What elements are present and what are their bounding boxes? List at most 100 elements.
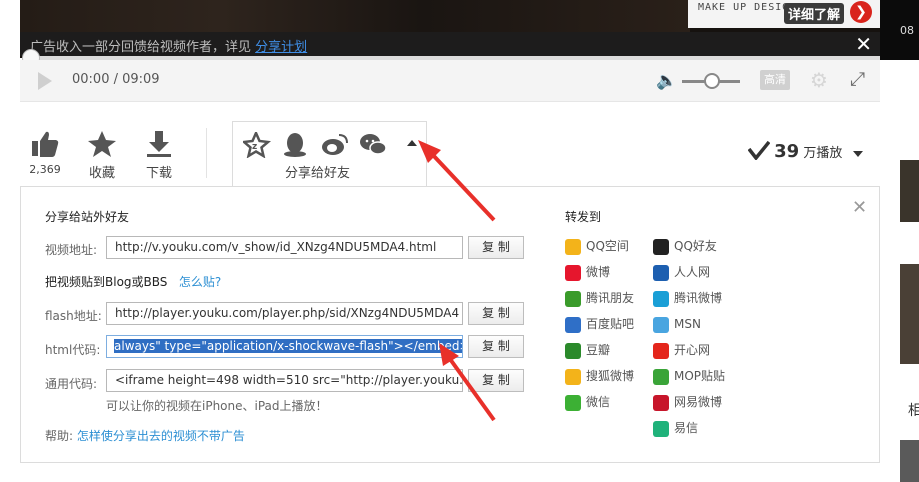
html-code-field[interactable]: always" type="application/x-shockwave-fl…	[106, 335, 463, 358]
share-service-item[interactable]: MSN	[653, 315, 701, 333]
download-label: 下载	[145, 166, 172, 181]
share-panel: ✕ 分享给站外好友 视频地址: http://v.youku.com/v_sho…	[20, 186, 880, 463]
right-sidebar: 相	[880, 60, 919, 482]
flash-url-label: flash地址:	[45, 309, 102, 323]
html-code-value: always" type="application/x-shockwave-fl…	[114, 339, 462, 353]
play-count-number: 39	[774, 141, 800, 162]
blog-bbs-title: 把视频贴到Blog或BBS 怎么贴?	[45, 273, 221, 290]
share-service-item[interactable]: 微博	[565, 263, 610, 281]
fullscreen-icon[interactable]: ⤢	[850, 68, 865, 90]
service-icon	[653, 342, 669, 359]
share-service-item[interactable]: 开心网	[653, 341, 710, 359]
service-label: 腾讯微博	[674, 291, 723, 305]
sidebar-heading: 相	[908, 403, 919, 419]
flash-url-value: http://player.youku.com/player.php/sid/X…	[115, 306, 460, 320]
side-thumb-label: 08	[900, 24, 914, 37]
sidebar-thumb[interactable]	[900, 264, 919, 364]
star-icon	[88, 131, 116, 157]
ad-arrow-icon[interactable]: ❯	[850, 1, 872, 23]
ad-notice-message: 广告收入一部分回馈给视频作者，详见	[30, 40, 252, 55]
share-service-item[interactable]: QQ好友	[653, 237, 717, 255]
share-service-item[interactable]: 网易微博	[653, 393, 722, 411]
share-tab[interactable]: z 分享给好友	[232, 121, 427, 187]
caret-up-icon[interactable]	[407, 140, 417, 146]
sidebar-thumb[interactable]	[900, 440, 919, 482]
service-icon	[565, 342, 581, 359]
share-service-item[interactable]: 微信	[565, 393, 610, 411]
close-icon[interactable]: ✕	[852, 197, 867, 218]
share-plan-link[interactable]: 分享计划	[255, 40, 307, 55]
share-service-item[interactable]: 豆瓣	[565, 341, 610, 359]
service-label: 搜狐微博	[586, 369, 635, 383]
video-url-label: 视频地址:	[45, 243, 98, 257]
no-ad-help-link[interactable]: 怎样使分享出去的视频不带广告	[77, 429, 245, 443]
wechat-icon[interactable]	[360, 134, 387, 155]
service-icon	[565, 264, 581, 281]
share-service-item[interactable]: 腾讯朋友	[565, 289, 634, 307]
quality-button[interactable]: 高清	[760, 70, 790, 90]
universal-code-label: 通用代码:	[45, 377, 98, 391]
share-service-item[interactable]: 易信	[653, 419, 698, 437]
help-row: 帮助: 怎样使分享出去的视频不带广告	[45, 427, 245, 444]
chevron-down-icon[interactable]	[852, 150, 863, 157]
share-icon-row: z	[240, 129, 403, 162]
service-icon	[653, 316, 669, 333]
volume-handle[interactable]	[704, 73, 720, 89]
time-display: 00:00 / 09:09	[72, 72, 160, 87]
service-label: MSN	[674, 317, 701, 331]
qzone-icon[interactable]: z	[240, 129, 272, 159]
blog-bbs-title-text: 把视频贴到Blog或BBS	[45, 275, 168, 289]
html-code-label: html代码:	[45, 343, 101, 357]
service-label: 开心网	[674, 343, 711, 357]
play-count[interactable]: 39 万播放	[747, 140, 863, 162]
service-icon	[653, 290, 669, 307]
share-service-item[interactable]: 腾讯微博	[653, 289, 722, 307]
player-controls: 00:00 / 09:09 🔈 高清 ⚙ ⤢	[20, 60, 880, 102]
volume-icon[interactable]: 🔈	[656, 71, 677, 91]
play-count-unit: 万播放	[803, 146, 843, 161]
qq-icon[interactable]	[284, 133, 306, 157]
favorite-label: 收藏	[88, 166, 115, 181]
how-to-paste-link[interactable]: 怎么贴?	[179, 275, 221, 289]
like-count: 2,369	[29, 163, 61, 176]
service-label: 易信	[674, 421, 699, 435]
gear-icon[interactable]: ⚙	[810, 68, 828, 92]
share-to-friends-label: 分享给好友	[285, 166, 351, 181]
like-button[interactable]: 2,369	[26, 130, 64, 176]
service-icon	[653, 394, 669, 411]
play-icon[interactable]	[38, 72, 52, 90]
share-service-item[interactable]: QQ空间	[565, 237, 629, 255]
share-service-item[interactable]: 百度贴吧	[565, 315, 634, 333]
download-icon	[147, 131, 171, 157]
share-service-item[interactable]: MOP贴贴	[653, 367, 725, 385]
share-service-item[interactable]: 人人网	[653, 263, 710, 281]
side-video-thumb[interactable]: 08	[880, 0, 919, 60]
help-label: 帮助:	[45, 429, 74, 443]
ad-banner[interactable]: MAKE UP DESIGN 详细了解 ❯	[688, 0, 880, 28]
service-icon	[653, 264, 669, 281]
video-url-field[interactable]: http://v.youku.com/v_show/id_XNzg4NDU5MD…	[106, 236, 463, 259]
flash-url-field[interactable]: http://player.youku.com/player.php/sid/X…	[106, 302, 463, 325]
copy-universal-code-button[interactable]: 复 制	[468, 369, 524, 392]
ad-detail-button[interactable]: 详细了解	[784, 3, 845, 24]
universal-code-field[interactable]: <iframe height=498 width=510 src="http:/…	[106, 369, 463, 392]
ad-notice-strip: 广告收入一部分回馈给视频作者，详见 分享计划 ✕	[20, 32, 880, 56]
service-label: MOP贴贴	[674, 369, 726, 383]
youku-play-icon	[747, 140, 771, 161]
service-icon	[565, 368, 581, 385]
service-icon	[653, 420, 669, 437]
iphone-hint: 可以让你的视频在iPhone、iPad上播放！	[106, 399, 328, 413]
share-service-item[interactable]: 搜狐微博	[565, 367, 634, 385]
weibo-icon[interactable]	[322, 134, 348, 155]
service-icon	[565, 316, 581, 333]
download-button[interactable]: 下载	[141, 130, 177, 181]
favorite-button[interactable]: 收藏	[84, 130, 120, 181]
video-url-value: http://v.youku.com/v_show/id_XNzg4NDU5MD…	[115, 240, 437, 254]
close-icon[interactable]: ✕	[855, 32, 872, 56]
video-image	[20, 0, 690, 32]
copy-flash-url-button[interactable]: 复 制	[468, 302, 524, 325]
sidebar-thumb[interactable]	[900, 160, 919, 222]
copy-video-url-button[interactable]: 复 制	[468, 236, 524, 259]
divider	[206, 128, 207, 178]
copy-html-code-button[interactable]: 复 制	[468, 335, 524, 358]
